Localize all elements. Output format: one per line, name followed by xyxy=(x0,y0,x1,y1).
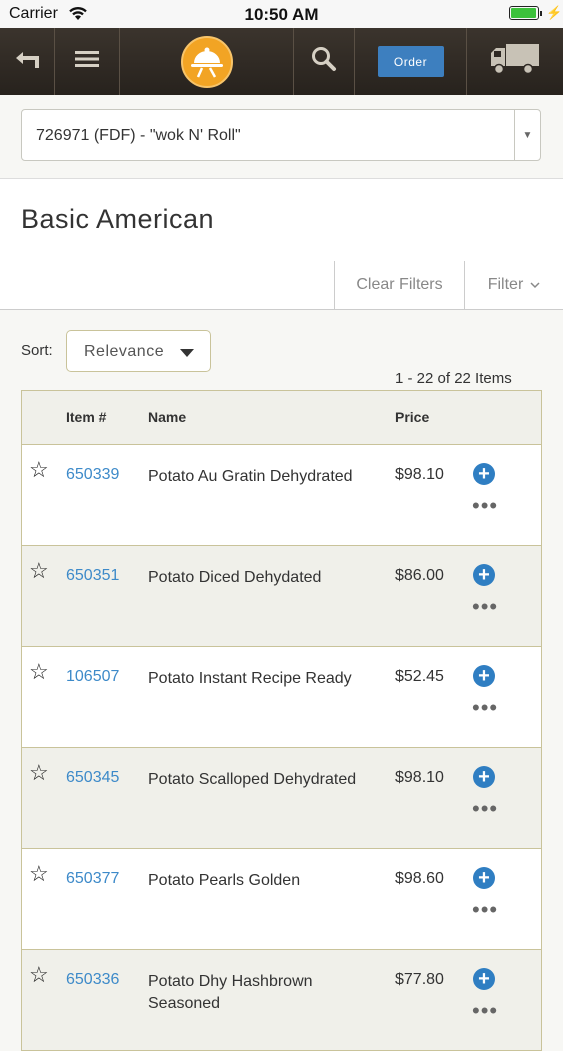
item-number-link[interactable]: 650345 xyxy=(66,769,119,787)
star-favorite-icon[interactable]: ☆ xyxy=(29,661,49,683)
more-options-icon[interactable]: ••• xyxy=(472,798,498,820)
products-table: Item # Name Price ☆ 650339 Potato Au Gra… xyxy=(21,390,542,1051)
order-cell: Order xyxy=(355,28,466,95)
home-logo-button[interactable] xyxy=(120,28,293,95)
battery-icon xyxy=(509,6,539,20)
header-name: Name xyxy=(148,409,187,425)
product-name: Potato Instant Recipe Ready xyxy=(148,670,352,687)
title-band: Basic American xyxy=(0,178,563,263)
filter-bar: Clear Filters Filter xyxy=(0,261,563,310)
search-icon xyxy=(311,46,337,77)
more-options-icon[interactable]: ••• xyxy=(472,596,498,618)
product-name: Potato Au Gratin Dehydrated xyxy=(148,468,353,485)
caret-down-icon xyxy=(180,349,194,357)
add-to-order-icon[interactable]: + xyxy=(473,867,495,889)
account-select-value: 726971 (FDF) - "wok N' Roll" xyxy=(36,127,241,144)
battery-cap xyxy=(540,11,542,16)
more-options-icon[interactable]: ••• xyxy=(472,1000,498,1022)
star-favorite-icon[interactable]: ☆ xyxy=(29,964,49,986)
add-to-order-icon[interactable]: + xyxy=(473,665,495,687)
table-header: Item # Name Price xyxy=(22,391,541,445)
product-price: $77.80 xyxy=(395,971,444,988)
add-to-order-icon[interactable]: + xyxy=(473,766,495,788)
product-name: Potato Pearls Golden xyxy=(148,872,301,889)
delivery-truck-icon xyxy=(490,43,540,80)
product-price: $98.60 xyxy=(395,870,444,887)
delivery-button[interactable] xyxy=(467,28,563,95)
menu-button[interactable] xyxy=(55,28,119,95)
server-cloche-logo-icon xyxy=(180,35,233,88)
table-row: ☆ 650345 Potato Scalloped Dehydrated $98… xyxy=(22,748,541,849)
product-name: Potato Diced Dehydated xyxy=(148,569,322,586)
product-name: Potato Dhy Hashbrown Seasoned xyxy=(148,973,313,1012)
star-favorite-icon[interactable]: ☆ xyxy=(29,459,49,481)
product-price: $52.45 xyxy=(395,668,444,685)
sort-label: Sort: xyxy=(21,342,53,359)
more-options-icon[interactable]: ••• xyxy=(472,899,498,921)
more-options-icon[interactable]: ••• xyxy=(472,495,498,517)
page-title: Basic American xyxy=(21,204,215,234)
header-price: Price xyxy=(395,409,430,425)
product-price: $86.00 xyxy=(395,567,444,584)
table-row: ☆ 650377 Potato Pearls Golden $98.60 + •… xyxy=(22,849,541,950)
clear-filters-label: Clear Filters xyxy=(356,276,443,293)
sort-select-value: Relevance xyxy=(84,343,165,360)
order-button[interactable]: Order xyxy=(377,46,444,77)
add-to-order-icon[interactable]: + xyxy=(473,968,495,990)
filter-button[interactable]: Filter xyxy=(464,261,563,309)
header-item-number: Item # xyxy=(66,409,107,425)
item-number-link[interactable]: 650339 xyxy=(66,466,119,484)
top-nav-bar: Order xyxy=(0,28,563,95)
item-number-link[interactable]: 650351 xyxy=(66,567,119,585)
account-select[interactable]: 726971 (FDF) - "wok N' Roll" ▼ xyxy=(21,109,541,161)
search-button[interactable] xyxy=(294,28,354,95)
star-favorite-icon[interactable]: ☆ xyxy=(29,863,49,885)
add-to-order-icon[interactable]: + xyxy=(473,564,495,586)
results-count: 1 - 22 of 22 Items xyxy=(395,370,512,387)
clear-filters-button[interactable]: Clear Filters xyxy=(334,261,464,309)
more-options-icon[interactable]: ••• xyxy=(472,697,498,719)
item-number-link[interactable]: 106507 xyxy=(66,668,119,686)
back-arrow-icon xyxy=(13,50,41,73)
status-bar: Carrier 10:50 AM ⚡ xyxy=(0,0,563,28)
filter-label: Filter xyxy=(487,276,524,293)
back-button[interactable] xyxy=(0,28,54,95)
add-to-order-icon[interactable]: + xyxy=(473,463,495,485)
hamburger-menu-icon xyxy=(75,50,99,73)
sort-select[interactable]: Relevance xyxy=(66,330,211,372)
star-favorite-icon[interactable]: ☆ xyxy=(29,560,49,582)
product-name: Potato Scalloped Dehydrated xyxy=(148,771,357,788)
table-row: ☆ 106507 Potato Instant Recipe Ready $52… xyxy=(22,647,541,748)
star-favorite-icon[interactable]: ☆ xyxy=(29,762,49,784)
item-number-link[interactable]: 650377 xyxy=(66,870,119,888)
dropdown-arrow-icon: ▼ xyxy=(514,110,540,160)
product-price: $98.10 xyxy=(395,769,444,786)
table-row: ☆ 650336 Potato Dhy Hashbrown Seasoned $… xyxy=(22,950,541,1051)
chevron-down-icon xyxy=(530,276,540,294)
product-price: $98.10 xyxy=(395,466,444,483)
table-row: ☆ 650351 Potato Diced Dehydated $86.00 +… xyxy=(22,546,541,647)
item-number-link[interactable]: 650336 xyxy=(66,971,119,989)
charging-bolt-icon: ⚡ xyxy=(546,5,563,20)
clock: 10:50 AM xyxy=(244,5,319,24)
table-row: ☆ 650339 Potato Au Gratin Dehydrated $98… xyxy=(22,445,541,546)
